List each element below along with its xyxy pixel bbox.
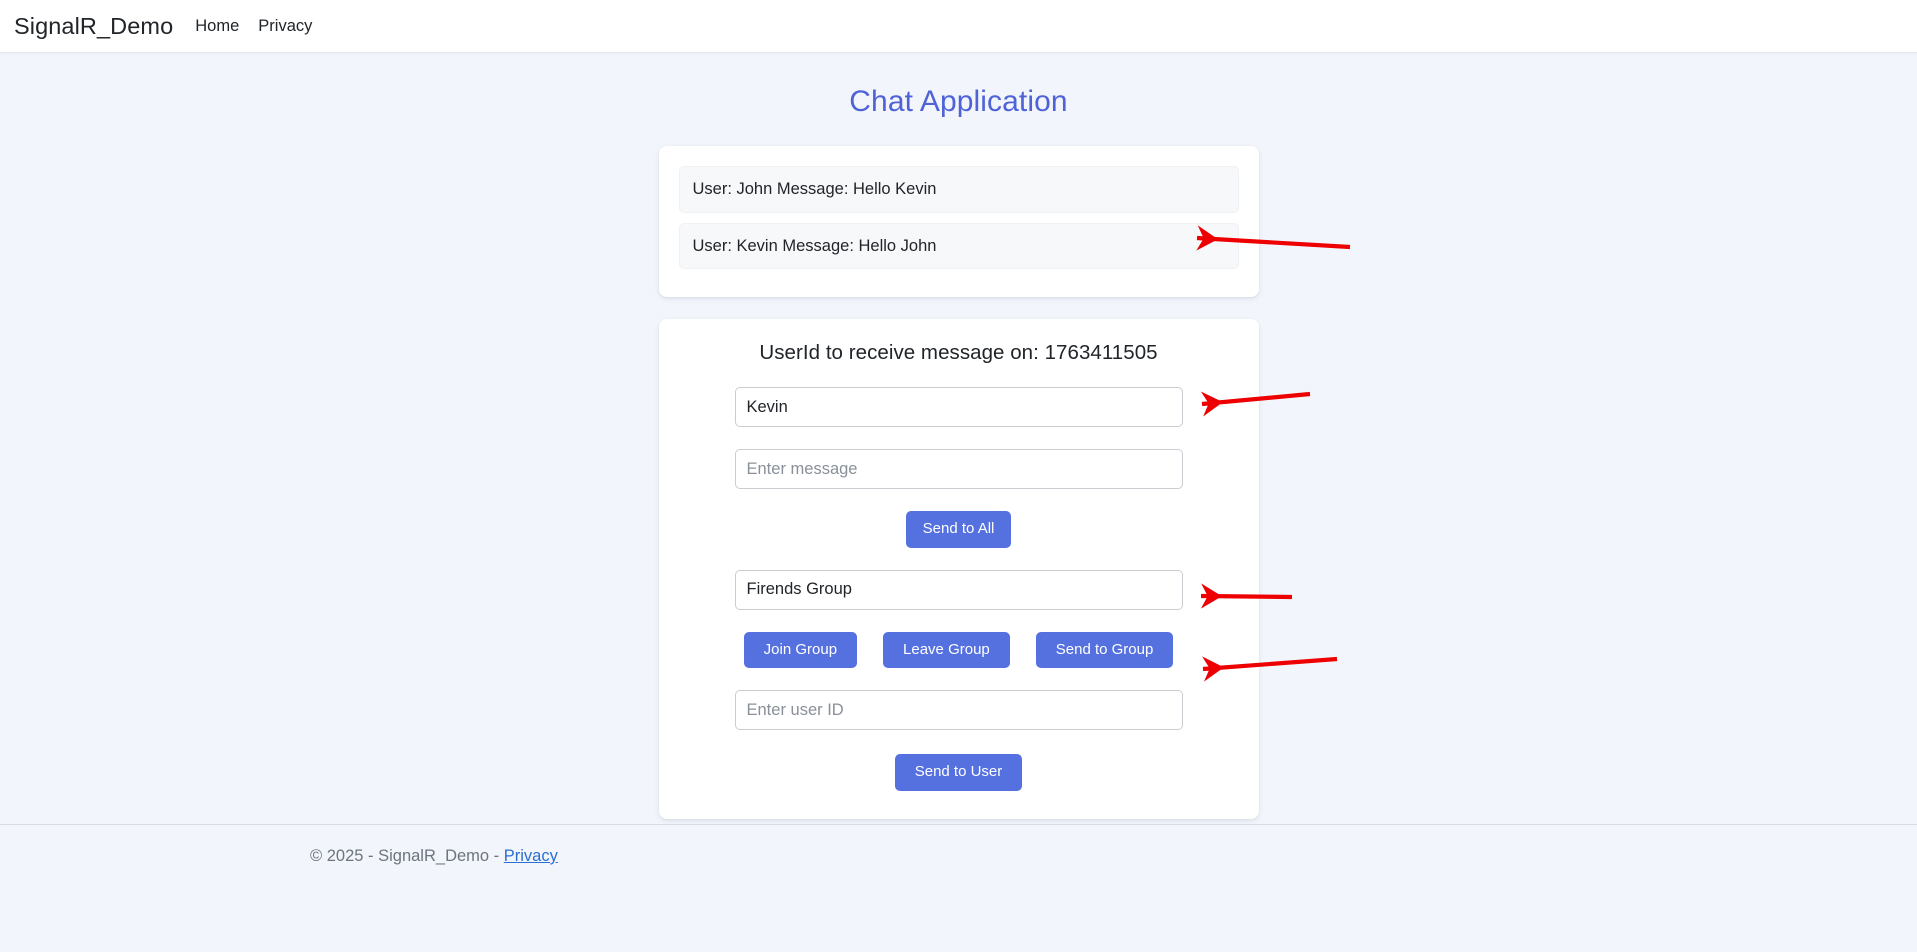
send-to-group-button[interactable]: Send to Group: [1035, 631, 1174, 669]
nav-links: Home Privacy: [195, 17, 312, 36]
message-list-item: User: John Message: Hello Kevin: [678, 166, 1239, 213]
footer-copyright-text: © 2025 - SignalR_Demo -: [310, 847, 504, 865]
join-group-button[interactable]: Join Group: [743, 631, 858, 669]
page-content: Chat Application User: John Message: Hel…: [0, 53, 1917, 888]
userid-heading: UserId to receive message on: 1763411505: [759, 341, 1158, 365]
nav-link-home[interactable]: Home: [195, 17, 239, 36]
controls-card: UserId to receive message on: 1763411505…: [658, 319, 1259, 819]
page-footer: © 2025 - SignalR_Demo - Privacy: [0, 824, 1917, 888]
footer-copyright: © 2025 - SignalR_Demo - Privacy: [310, 847, 558, 866]
message-input[interactable]: [734, 449, 1183, 490]
messages-card: User: John Message: Hello Kevin User: Ke…: [658, 146, 1259, 298]
page-title: Chat Application: [849, 85, 1068, 118]
send-to-all-button[interactable]: Send to All: [905, 511, 1012, 548]
nav-link-privacy[interactable]: Privacy: [258, 17, 312, 36]
group-buttons-row: Join Group Leave Group Send to Group: [735, 631, 1183, 669]
message-list-item: User: Kevin Message: Hello John: [678, 222, 1239, 270]
send-to-user-button[interactable]: Send to User: [894, 754, 1023, 791]
message-list: User: John Message: Hello Kevin User: Ke…: [678, 166, 1239, 270]
group-name-input[interactable]: [734, 569, 1183, 610]
leave-group-button[interactable]: Leave Group: [883, 631, 1010, 669]
send-all-row: Send to All: [679, 511, 1239, 548]
brand-link[interactable]: SignalR_Demo: [14, 13, 173, 40]
user-id-input[interactable]: [734, 690, 1183, 731]
user-name-input[interactable]: [734, 387, 1183, 428]
top-navbar: SignalR_Demo Home Privacy: [0, 0, 1917, 53]
footer-privacy-link[interactable]: Privacy: [504, 847, 558, 865]
send-user-row: Send to User: [679, 754, 1239, 791]
